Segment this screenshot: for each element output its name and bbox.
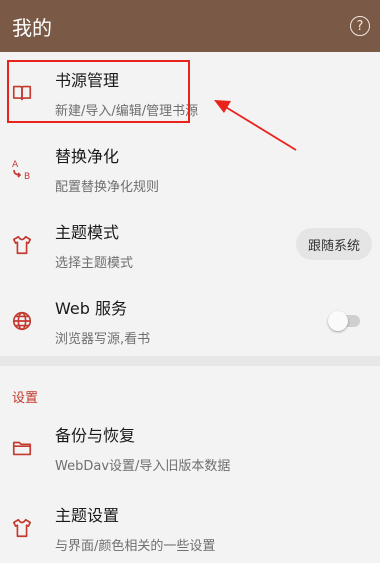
menu-item-theme-settings[interactable]: 主题设置 与界面/颜色相关的一些设置 <box>0 490 380 563</box>
globe-icon <box>10 309 34 333</box>
theme-mode-value-button[interactable]: 跟随系统 <box>295 228 372 260</box>
menu-item-backup-restore[interactable]: 备份与恢复 WebDav设置/导入旧版本数据 <box>0 410 380 486</box>
help-icon[interactable]: ? <box>350 16 370 36</box>
menu-item-subtitle: 选择主题模式 <box>55 256 134 271</box>
shirt-icon <box>10 516 34 540</box>
web-service-toggle[interactable] <box>328 311 362 331</box>
menu-item-label: 替换净化 <box>55 147 120 166</box>
folder-icon <box>10 436 34 460</box>
app-bar: 我的 ? <box>0 0 380 52</box>
menu-item-label: Web 服务 <box>55 299 127 318</box>
toggle-thumb <box>328 311 348 331</box>
page-title: 我的 <box>12 15 52 40</box>
menu-item-web-service[interactable]: Web 服务 浏览器写源,看书 <box>0 283 380 359</box>
annotation-highlight-box <box>7 60 190 123</box>
section-divider <box>0 356 380 366</box>
svg-text:B: B <box>24 172 30 181</box>
svg-text:A: A <box>12 160 19 170</box>
menu-item-replace-rules[interactable]: A B 替换净化 配置替换净化规则 <box>0 131 380 207</box>
section-header-settings: 设置 <box>12 391 39 406</box>
menu-item-label: 主题设置 <box>55 506 120 525</box>
menu-item-subtitle: WebDav设置/导入旧版本数据 <box>55 459 231 474</box>
menu-item-label: 主题模式 <box>55 223 120 242</box>
menu-item-subtitle: 与界面/颜色相关的一些设置 <box>55 539 216 554</box>
menu-item-subtitle: 浏览器写源,看书 <box>55 332 151 347</box>
replace-icon: A B <box>10 157 34 181</box>
shirt-icon <box>10 233 34 257</box>
menu-item-subtitle: 配置替换净化规则 <box>55 180 160 195</box>
menu-item-label: 备份与恢复 <box>55 426 136 445</box>
